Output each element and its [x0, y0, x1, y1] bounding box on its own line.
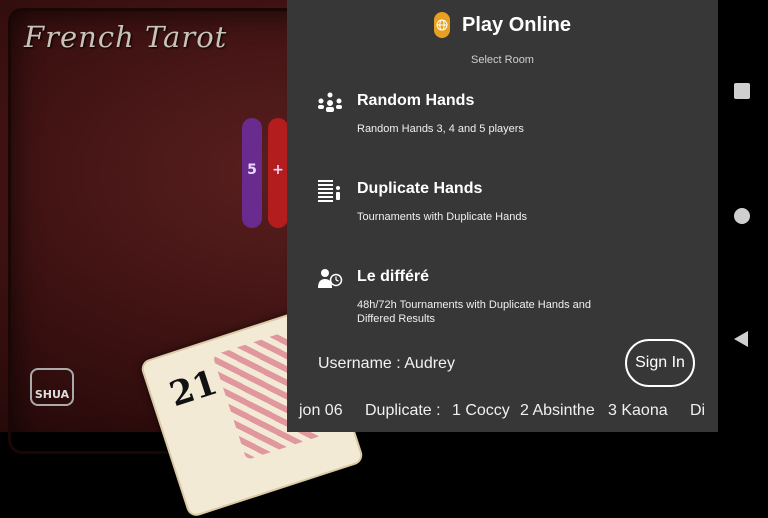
- system-nav-bar: [718, 0, 768, 432]
- ticker-text: jon 06: [299, 402, 343, 419]
- deferred-icon: [317, 268, 343, 290]
- username-label: Username : Audrey: [318, 355, 455, 372]
- item-title: Duplicate Hands: [357, 180, 483, 197]
- ticker-text: Duplicate :: [365, 402, 441, 419]
- ticker-text: 1 Coccy: [452, 402, 510, 419]
- results-ticker: jon 06 Duplicate : 1 Coccy 2 Absinthe 3 …: [287, 402, 718, 424]
- room-random-hands[interactable]: Random Hands Random Hands 3, 4 and 5 pla…: [317, 92, 697, 152]
- ticker-text: 2 Absinthe: [520, 402, 595, 419]
- duplicate-hands-icon: [317, 180, 343, 202]
- chip-label: 5: [247, 162, 257, 178]
- ticker-text: Di: [690, 402, 706, 419]
- logo-text: SHUA: [34, 388, 70, 401]
- panel-header: Play Online: [287, 10, 718, 40]
- game-title: French Tarot: [24, 20, 228, 54]
- player-count-chip-5[interactable]: 5: [242, 118, 262, 228]
- chip-label: +: [272, 162, 284, 178]
- item-description: Tournaments with Duplicate Hands: [357, 211, 527, 223]
- sign-in-button[interactable]: Sign In: [625, 339, 695, 387]
- random-hands-icon: [317, 92, 343, 114]
- globe-icon: [434, 12, 451, 38]
- recent-apps-icon[interactable]: [734, 83, 750, 99]
- item-title: Le différé: [357, 268, 430, 285]
- sign-in-label: Sign In: [635, 354, 685, 371]
- home-icon[interactable]: [734, 208, 750, 224]
- ticker-text: 3 Kaona: [608, 402, 668, 419]
- item-description: 48h/72h Tournaments with Duplicate Hands…: [357, 299, 592, 325]
- player-count-chip-add[interactable]: +: [268, 118, 288, 228]
- back-icon[interactable]: [734, 331, 748, 347]
- room-le-differe[interactable]: Le différé 48h/72h Tournaments with Dupl…: [317, 268, 697, 328]
- item-title: Random Hands: [357, 92, 475, 109]
- shua-logo[interactable]: SHUA: [30, 368, 74, 406]
- item-description: Random Hands 3, 4 and 5 players: [357, 123, 524, 135]
- room-duplicate-hands[interactable]: Duplicate Hands Tournaments with Duplica…: [317, 180, 697, 240]
- card-number: 21: [164, 362, 223, 416]
- panel-subtitle: Select Room: [471, 54, 534, 66]
- play-online-panel: Play Online Select Room Random Hands Ran…: [287, 0, 718, 432]
- panel-title: Play Online: [462, 13, 571, 36]
